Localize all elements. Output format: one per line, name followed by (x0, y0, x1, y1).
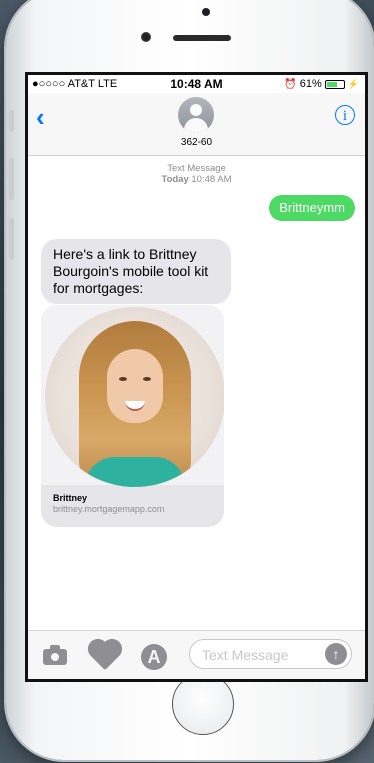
volume-up-button (9, 158, 14, 200)
conversation-header: ‹ 362-60 i (28, 93, 365, 156)
front-camera (141, 32, 151, 42)
battery-icon (324, 79, 345, 89)
charging-bolt-icon: ⚡ (347, 78, 359, 89)
avatar-body (184, 118, 208, 133)
info-icon[interactable]: i (335, 105, 355, 125)
contact-avatar[interactable] (178, 97, 214, 133)
volume-down-button (9, 218, 14, 260)
battery-fill (326, 81, 337, 87)
timestamp-time: 10:48 AM (191, 174, 232, 185)
sent-message-bubble[interactable]: Brittneymm (269, 195, 355, 221)
contact-name[interactable]: 362-60 (28, 137, 365, 148)
home-button[interactable] (172, 673, 234, 735)
status-right: ⏰ 61% ⚡ (284, 78, 359, 90)
arrow-up-icon[interactable]: ↑ (325, 643, 347, 665)
message-placeholder: Text Message (202, 647, 289, 663)
proximity-sensor (202, 8, 210, 16)
timestamp-day: Today (161, 174, 189, 185)
photo-eye-left (119, 377, 127, 381)
link-preview-card[interactable]: Brittney brittney.mortgagemapp.com (41, 305, 224, 527)
photo-shirt (85, 457, 185, 487)
message-text-field[interactable]: Text Message ↑ (189, 639, 352, 669)
photo-eye-right (143, 377, 151, 381)
chevron-left-icon[interactable]: ‹ (36, 104, 54, 130)
camera-icon[interactable] (43, 645, 69, 665)
camera-lens (50, 652, 60, 662)
heart-shape (90, 641, 120, 671)
digital-touch-heart-icon[interactable] (90, 641, 120, 671)
phone-screen: ●○○○○ AT&T LTE 10:48 AM ⏰ 61% ⚡ ‹ 362-60… (25, 72, 368, 682)
received-message-bubble[interactable]: Here's a link to Brittney Bourgoin's mob… (41, 239, 231, 304)
photo-smile (125, 401, 145, 411)
message-input-bar: A Text Message ↑ (28, 630, 365, 679)
profile-photo (45, 307, 224, 487)
photo-face (107, 349, 163, 423)
alarm-clock-icon: ⏰ (284, 78, 297, 90)
service-label: Text Message (167, 163, 226, 174)
link-preview-text: Brittney brittney.mortgagemapp.com (53, 493, 164, 515)
avatar-head (190, 104, 202, 116)
battery-percent: 61% (299, 78, 322, 90)
link-preview-image (41, 305, 224, 487)
link-title: Brittney (53, 493, 88, 503)
app-store-icon[interactable]: A (141, 644, 167, 670)
message-thread: Text Message Today 10:48 AM Brittneymm H… (28, 155, 365, 635)
mute-switch (9, 110, 14, 132)
message-timestamp: Text Message Today 10:48 AM (28, 163, 365, 185)
earpiece-speaker (173, 35, 231, 41)
link-url: brittney.mortgagemapp.com (53, 504, 165, 514)
status-bar: ●○○○○ AT&T LTE 10:48 AM ⏰ 61% ⚡ (28, 75, 365, 93)
